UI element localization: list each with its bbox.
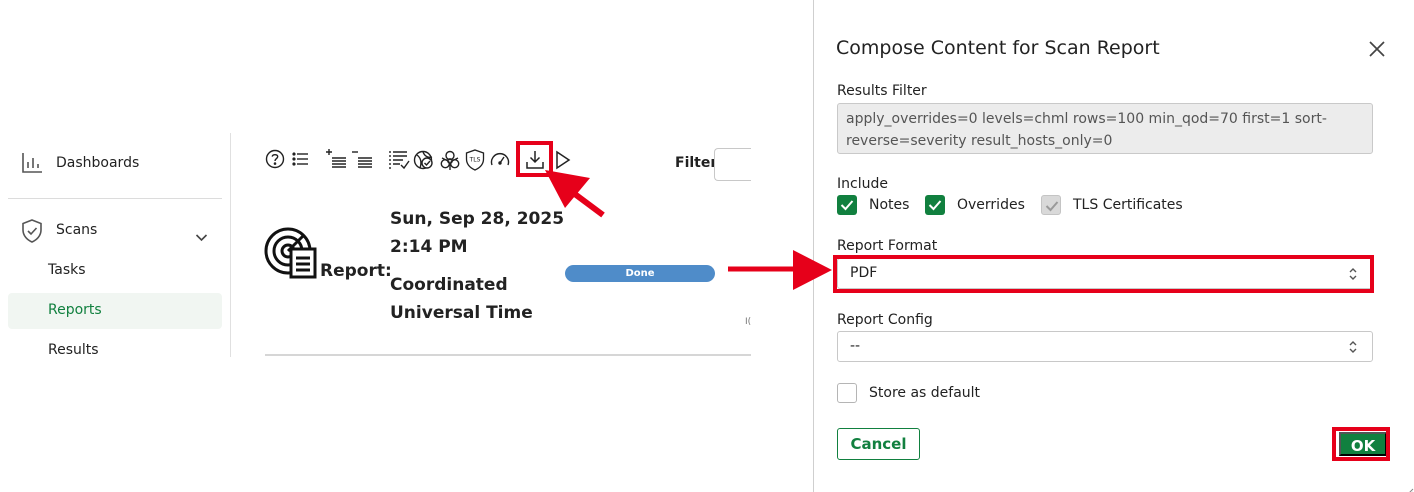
overrides-checkbox-label: Overrides	[957, 197, 1025, 213]
add-list-icon[interactable]	[325, 149, 347, 171]
overrides-checkbox[interactable]	[925, 195, 945, 215]
remove-list-icon[interactable]	[351, 149, 373, 171]
dialog-title: Compose Content for Scan Report	[836, 37, 1160, 59]
os-scan-icon[interactable]	[413, 149, 435, 171]
filter-label: Filter	[675, 155, 718, 171]
sidebar-item-label: Results	[48, 342, 99, 358]
sidebar-item-label: Tasks	[48, 262, 86, 278]
close-icon[interactable]	[1366, 38, 1388, 60]
sidebar-item-label: Scans	[56, 222, 98, 238]
bar-chart-icon	[21, 152, 43, 178]
download-highlight-box	[516, 141, 553, 177]
sidebar-active-highlight	[8, 293, 222, 329]
results-filter-field[interactable]: apply_overrides=0 levels=chml rows=100 m…	[837, 103, 1373, 154]
sidebar-item-dashboards[interactable]: Dashboards	[56, 155, 139, 171]
report-icon	[264, 227, 318, 283]
compose-report-dialog: Compose Content for Scan Report Results …	[813, 0, 1414, 492]
list-icon[interactable]	[292, 149, 310, 169]
sidebar-item-results[interactable]: Results	[48, 342, 99, 358]
report-date: Sun, Sep 28, 2025	[390, 209, 565, 229]
ok-highlight-box	[1332, 427, 1390, 461]
resize-grip-icon[interactable]	[1405, 482, 1414, 492]
report-config-select[interactable]: --	[837, 331, 1373, 362]
sidebar-item-tasks[interactable]: Tasks	[48, 262, 86, 278]
speedometer-icon[interactable]	[489, 149, 511, 171]
results-filter-label: Results Filter	[837, 83, 927, 99]
play-icon[interactable]	[555, 149, 571, 171]
help-icon[interactable]	[265, 149, 285, 169]
svg-text:TLS: TLS	[469, 157, 481, 164]
store-default-label: Store as default	[869, 385, 981, 401]
notes-checkbox[interactable]	[837, 195, 857, 215]
report-config-label: Report Config	[837, 312, 933, 328]
biohazard-icon[interactable]	[439, 149, 461, 171]
status-badge: Done	[565, 265, 715, 282]
include-label: Include	[837, 176, 888, 192]
report-format-label: Report Format	[837, 238, 938, 254]
tls-icon[interactable]: TLS	[464, 149, 486, 171]
tls-certificates-checkbox[interactable]	[1041, 195, 1061, 215]
sidebar-edge	[230, 133, 231, 357]
store-default-checkbox[interactable]	[837, 383, 857, 403]
tls-certificates-checkbox-label: TLS Certificates	[1073, 197, 1183, 213]
cancel-button[interactable]: Cancel	[837, 428, 920, 460]
report-format-highlight-box	[833, 255, 1374, 293]
sidebar-item-scans[interactable]: Scans	[56, 222, 97, 238]
updown-chevron-icon	[1348, 339, 1358, 359]
report-timezone-line1: Coordinated	[390, 275, 508, 295]
report-id-fragment: I(	[745, 317, 752, 327]
checklist-icon[interactable]	[388, 149, 410, 171]
notes-checkbox-label: Notes	[869, 197, 910, 213]
report-timezone-line2: Universal Time	[390, 303, 533, 323]
sidebar-item-label: Dashboards	[56, 155, 140, 171]
chevron-down-icon[interactable]	[195, 227, 208, 246]
shield-icon	[21, 219, 43, 247]
report-label: Report:	[320, 261, 392, 281]
sidebar-item-label: Reports	[48, 302, 102, 318]
sidebar-divider	[8, 198, 222, 199]
report-time: 2:14 PM	[390, 237, 468, 257]
content-clip	[751, 100, 813, 400]
sidebar-item-reports[interactable]: Reports	[48, 302, 102, 318]
report-divider	[265, 354, 751, 356]
report-config-value: --	[850, 338, 861, 354]
